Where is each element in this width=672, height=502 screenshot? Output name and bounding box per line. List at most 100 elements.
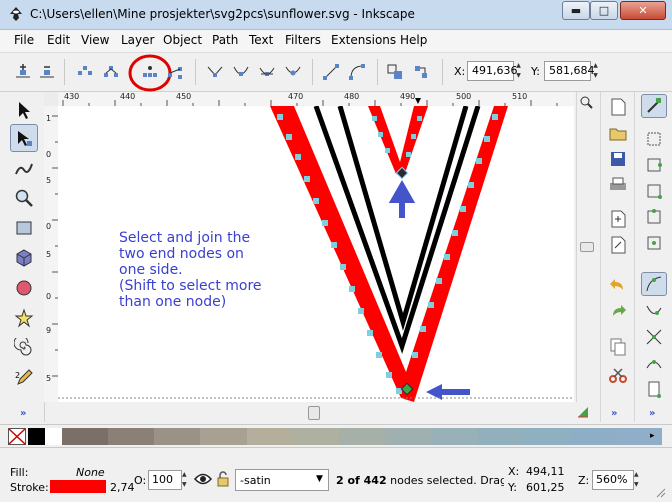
- to-line-button[interactable]: [320, 61, 342, 83]
- palette-swatch[interactable]: [431, 428, 478, 445]
- undo-button[interactable]: [607, 274, 629, 296]
- minimize-button[interactable]: ▬: [562, 1, 590, 20]
- snap-bbox-corner-button[interactable]: [643, 180, 665, 202]
- palette-swatch[interactable]: [45, 428, 62, 445]
- snap-toggle-button[interactable]: [641, 94, 667, 118]
- zoom-fit-icon[interactable]: [578, 94, 594, 110]
- new-document-button[interactable]: [607, 96, 629, 118]
- palette-swatch[interactable]: [338, 428, 386, 445]
- insert-node-button[interactable]: [12, 61, 34, 83]
- opacity-input[interactable]: 100: [148, 470, 182, 490]
- break-path-button[interactable]: [100, 61, 122, 83]
- resize-grip-icon[interactable]: [654, 486, 666, 498]
- palette-swatch[interactable]: [200, 428, 247, 445]
- menu-help[interactable]: Help: [400, 33, 427, 47]
- menu-text[interactable]: Text: [249, 33, 273, 47]
- y-input[interactable]: 581,684: [544, 61, 595, 81]
- spiral-tool[interactable]: [10, 334, 38, 362]
- x-input[interactable]: 491,636: [467, 61, 518, 81]
- menu-layer[interactable]: Layer: [121, 33, 154, 47]
- menu-filters[interactable]: Filters: [285, 33, 321, 47]
- print-button[interactable]: [607, 174, 629, 196]
- selector-tool[interactable]: [10, 96, 38, 124]
- join-nodes-button[interactable]: [74, 61, 96, 83]
- palette-swatch[interactable]: [246, 428, 293, 445]
- vertical-scroll-thumb[interactable]: [580, 242, 594, 252]
- palette-scroll-icon[interactable]: ▸: [650, 431, 655, 441]
- zoom-input[interactable]: 560%: [592, 470, 634, 490]
- snap-intersection-button[interactable]: [643, 326, 665, 348]
- menu-file[interactable]: File: [14, 33, 34, 47]
- delete-segment-button[interactable]: [164, 61, 186, 83]
- stroke-width-value[interactable]: 2,74: [110, 481, 135, 494]
- star-tool[interactable]: [10, 304, 38, 332]
- cusp-node-button[interactable]: [204, 61, 226, 83]
- snap-nodes-button[interactable]: [641, 272, 667, 296]
- layer-dropdown[interactable]: -satin ▼: [235, 469, 329, 491]
- close-button[interactable]: ✕: [620, 1, 666, 20]
- stroke-color-swatch[interactable]: [50, 480, 106, 493]
- symmetric-node-button[interactable]: [256, 61, 278, 83]
- zoom-spinner[interactable]: ▲ ▼: [634, 470, 642, 490]
- horizontal-scrollbar[interactable]: [58, 402, 588, 424]
- palette-swatch[interactable]: [615, 428, 663, 445]
- 3d-box-tool[interactable]: [10, 244, 38, 272]
- menu-view[interactable]: View: [81, 33, 109, 47]
- auto-node-icon: [285, 66, 301, 76]
- annotation-line-5: than one node): [119, 294, 227, 310]
- palette-swatch[interactable]: [28, 428, 45, 445]
- delete-node-button[interactable]: [36, 61, 58, 83]
- y-spinner[interactable]: ▲ ▼: [591, 61, 600, 81]
- rectangle-tool[interactable]: [10, 214, 38, 242]
- snap-more-icon[interactable]: »: [649, 408, 655, 419]
- palette-swatch[interactable]: [477, 428, 524, 445]
- copy-button[interactable]: [607, 336, 629, 358]
- commands-more-icon[interactable]: »: [611, 408, 617, 419]
- snap-bbox-button[interactable]: [643, 128, 665, 150]
- ellipse-tool[interactable]: [10, 274, 38, 302]
- opacity-spinner[interactable]: ▲ ▼: [182, 470, 190, 490]
- node-tool[interactable]: [10, 124, 38, 152]
- smooth-node-button[interactable]: [230, 61, 252, 83]
- snap-center-button[interactable]: [643, 232, 665, 254]
- redo-button[interactable]: [607, 300, 629, 322]
- color-manage-icon[interactable]: [576, 405, 590, 419]
- x-spinner[interactable]: ▲ ▼: [514, 61, 523, 81]
- palette-swatch[interactable]: [108, 428, 155, 445]
- snap-page-button[interactable]: [643, 378, 665, 400]
- export-button[interactable]: [607, 234, 629, 256]
- palette-swatch[interactable]: [523, 428, 570, 445]
- snap-smooth-button[interactable]: [643, 352, 665, 374]
- vertical-scrollbar[interactable]: [576, 92, 595, 402]
- toolbox-more-icon[interactable]: »: [20, 408, 26, 419]
- palette-swatch[interactable]: [385, 428, 432, 445]
- palette-swatch[interactable]: [62, 428, 109, 445]
- palette-swatch[interactable]: [292, 428, 339, 445]
- palette-swatch[interactable]: [154, 428, 201, 445]
- menu-extensions[interactable]: Extensions: [331, 33, 396, 47]
- snap-paths-button[interactable]: [643, 300, 665, 322]
- palette-swatch[interactable]: [569, 428, 616, 445]
- pencil-tool[interactable]: 2: [10, 364, 38, 392]
- snap-midpoint-button[interactable]: [643, 206, 665, 228]
- tweak-tool[interactable]: [10, 154, 38, 182]
- snap-bbox-edge-button[interactable]: [643, 154, 665, 176]
- stroke-to-path-button[interactable]: [410, 61, 432, 83]
- import-button[interactable]: [607, 208, 629, 230]
- lock-icon[interactable]: [216, 470, 230, 488]
- save-button[interactable]: [607, 148, 629, 170]
- eye-icon[interactable]: [194, 472, 212, 486]
- drawing-canvas[interactable]: Select and join the two end nodes on one…: [58, 106, 574, 402]
- zoom-tool[interactable]: [10, 184, 38, 212]
- auto-node-button[interactable]: [282, 61, 304, 83]
- no-paint-swatch[interactable]: [8, 428, 26, 445]
- menu-path[interactable]: Path: [212, 33, 238, 47]
- open-button[interactable]: [607, 122, 629, 144]
- maximize-button[interactable]: □: [590, 1, 618, 20]
- object-to-path-button[interactable]: [384, 61, 406, 83]
- horizontal-scroll-thumb[interactable]: [308, 406, 320, 420]
- menu-edit[interactable]: Edit: [47, 33, 70, 47]
- to-curve-button[interactable]: [346, 61, 368, 83]
- menu-object[interactable]: Object: [163, 33, 202, 47]
- cut-button[interactable]: [607, 364, 629, 386]
